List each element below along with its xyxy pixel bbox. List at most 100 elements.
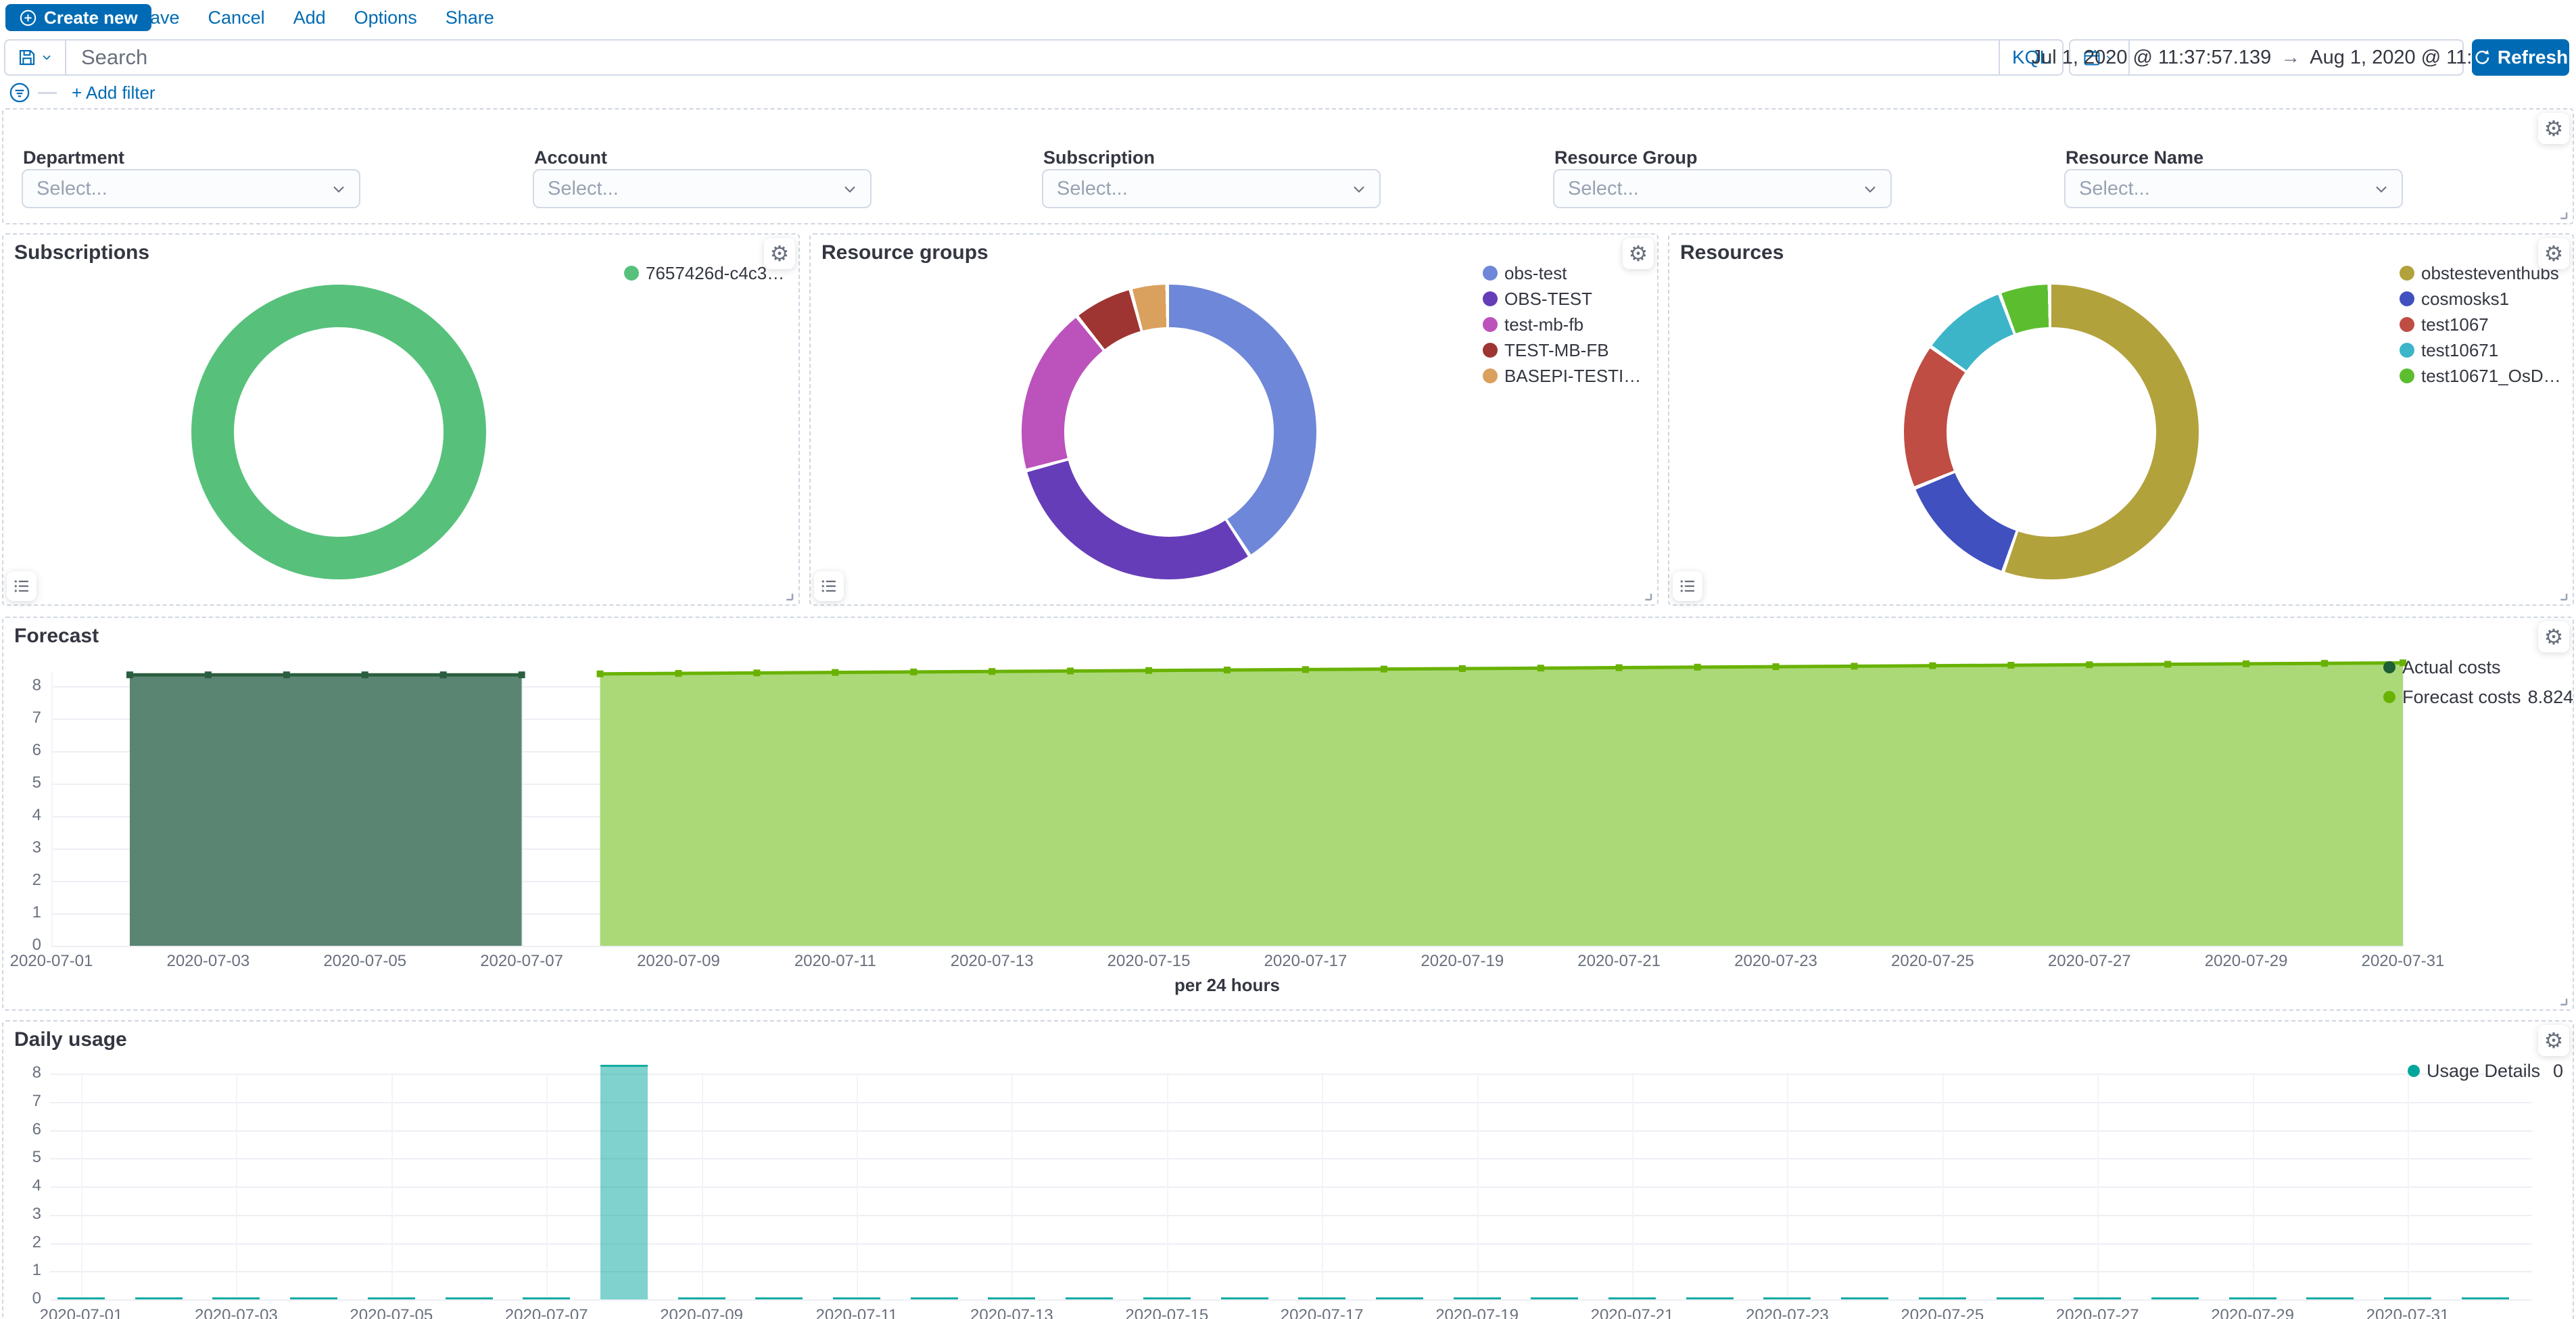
usage-bar[interactable] (1763, 1297, 1811, 1299)
usage-bar[interactable] (2074, 1297, 2121, 1299)
panel-options-button[interactable]: ⚙ (764, 238, 795, 269)
legend-toggle-button[interactable] (7, 571, 37, 601)
usage-bar[interactable] (1298, 1297, 1345, 1299)
legend-item[interactable]: test-mb-fb (1483, 314, 1652, 335)
add-filter-button[interactable]: + Add filter (72, 82, 156, 103)
gear-icon: ⚙ (1629, 243, 1648, 264)
create-new-button[interactable]: Create new (5, 4, 151, 31)
add-menu-item[interactable]: Add (293, 7, 326, 28)
usage-bar[interactable] (135, 1297, 183, 1299)
legend-item[interactable]: OBS-TEST (1483, 289, 1652, 309)
share-menu-item[interactable]: Share (446, 7, 494, 28)
legend-item[interactable]: cosmosks1 (2400, 289, 2569, 309)
legend-item[interactable]: BASEPI-TESTING (1483, 366, 1652, 386)
forecast-area-chart[interactable]: 0123456782020-07-012020-07-032020-07-052… (3, 618, 2573, 1009)
usage-bar[interactable] (57, 1297, 105, 1299)
legend-value: 8.824 (2528, 687, 2574, 708)
resource-group-select[interactable]: Select... (1553, 169, 1892, 208)
panel-resize-handle[interactable] (776, 583, 796, 603)
search-input[interactable]: Search KQL (4, 39, 2064, 76)
date-range-display[interactable]: Jul 1, 2020 @ 11:37:57.139 → Aug 1, 2020… (2128, 41, 2462, 74)
legend-item[interactable]: Actual costs (2383, 656, 2546, 679)
filter-circle-icon[interactable] (8, 81, 31, 104)
panel-options-button[interactable]: ⚙ (1623, 238, 1654, 269)
legend-toggle-button[interactable] (1673, 571, 1702, 601)
resources-donut-chart[interactable] (1904, 285, 2199, 579)
forecast-area-series[interactable] (3, 618, 2573, 1009)
panel-resize-handle[interactable] (2550, 583, 2570, 603)
panel-title[interactable]: Resources (1680, 241, 1784, 264)
subscription-select[interactable]: Select... (1042, 169, 1381, 208)
panel-options-button[interactable]: ⚙ (2538, 621, 2569, 652)
date-from[interactable]: Jul 1, 2020 @ 11:37:57.139 (2032, 47, 2272, 69)
usage-bar[interactable] (290, 1297, 337, 1299)
department-select[interactable]: Select... (22, 169, 360, 208)
legend-item[interactable]: test10671_OsDisk_1_... (2400, 366, 2569, 386)
usage-bar[interactable] (1221, 1297, 1268, 1299)
usage-bar[interactable] (2462, 1297, 2509, 1299)
legend-color-dot (2400, 266, 2414, 281)
options-menu-item[interactable]: Options (354, 7, 417, 28)
x-axis-label: 2020-07-03 (175, 1306, 297, 1319)
usage-bar[interactable] (368, 1297, 415, 1299)
chevron-down-icon (1350, 180, 1368, 199)
usage-bar[interactable] (833, 1297, 880, 1299)
donut-hole (1064, 327, 1274, 537)
panel-resize-handle[interactable] (1634, 583, 1654, 603)
legend-color-dot (1483, 291, 1498, 306)
usage-bar[interactable] (988, 1297, 1035, 1299)
usage-bar[interactable] (1608, 1297, 1656, 1299)
usage-bar[interactable] (2151, 1297, 2199, 1299)
panel-title[interactable]: Resource groups (821, 241, 988, 264)
save-menu-item[interactable]: Save (138, 7, 180, 28)
legend-item[interactable]: test1067 (2400, 314, 2569, 335)
panel-options-button[interactable]: ⚙ (2538, 113, 2569, 144)
kibana-dashboard-page: Create new Save Cancel Add Options Share… (0, 0, 2576, 1319)
y-axis-label: 6 (13, 1120, 41, 1139)
usage-bar[interactable] (1143, 1297, 1191, 1299)
usage-bar[interactable] (523, 1297, 570, 1299)
usage-bar[interactable] (678, 1297, 725, 1299)
legend-item[interactable]: TEST-MB-FB (1483, 340, 1652, 360)
resource-groups-donut-chart[interactable] (1022, 285, 1316, 579)
usage-bar[interactable] (1997, 1297, 2044, 1299)
saved-query-menu-button[interactable] (5, 41, 66, 74)
usage-bar[interactable] (1376, 1297, 1423, 1299)
grid-line (2408, 1073, 2409, 1299)
refresh-button[interactable]: Refresh (2472, 39, 2569, 76)
usage-bar[interactable] (212, 1297, 260, 1299)
legend-item[interactable]: Usage Details0 (2408, 1059, 2563, 1082)
panel-options-button[interactable]: ⚙ (2538, 238, 2569, 269)
usage-bar[interactable] (1066, 1297, 1113, 1299)
grid-line (50, 1130, 2532, 1132)
usage-bar[interactable] (2229, 1297, 2276, 1299)
chevron-down-icon (329, 180, 348, 199)
account-select[interactable]: Select... (533, 169, 872, 208)
panel-title[interactable]: Subscriptions (14, 241, 149, 264)
subscriptions-panel: Subscriptions ⚙ 7657426d-c4c3-44... (2, 233, 800, 606)
usage-bar[interactable] (2306, 1297, 2354, 1299)
usage-bar[interactable] (1841, 1297, 1888, 1299)
usage-bar[interactable] (911, 1297, 958, 1299)
panel-resize-handle[interactable] (2550, 201, 2570, 222)
panel-resize-handle[interactable] (2550, 988, 2570, 1008)
date-range-arrow: → (2281, 47, 2300, 69)
panel-options-button[interactable]: ⚙ (2538, 1025, 2569, 1056)
usage-bar[interactable] (446, 1297, 493, 1299)
usage-bar[interactable] (1686, 1297, 1734, 1299)
subscriptions-donut-chart[interactable] (191, 285, 486, 579)
usage-bar[interactable] (600, 1065, 648, 1299)
cancel-menu-item[interactable]: Cancel (208, 7, 265, 28)
daily-usage-bar-chart[interactable]: 0123456782020-07-012020-07-032020-07-052… (3, 1022, 2573, 1319)
legend-item[interactable]: test10671 (2400, 340, 2569, 360)
usage-bar[interactable] (1531, 1297, 1578, 1299)
legend-item[interactable]: Forecast costs8.824 (2383, 686, 2546, 709)
grid-line (50, 1215, 2532, 1216)
usage-bar[interactable] (1919, 1297, 1966, 1299)
usage-bar[interactable] (1454, 1297, 1501, 1299)
usage-bar[interactable] (2384, 1297, 2431, 1299)
resource-name-select[interactable]: Select... (2064, 169, 2403, 208)
usage-bar[interactable] (755, 1297, 803, 1299)
y-axis-label: 2 (13, 1233, 41, 1252)
legend-toggle-button[interactable] (814, 571, 844, 601)
